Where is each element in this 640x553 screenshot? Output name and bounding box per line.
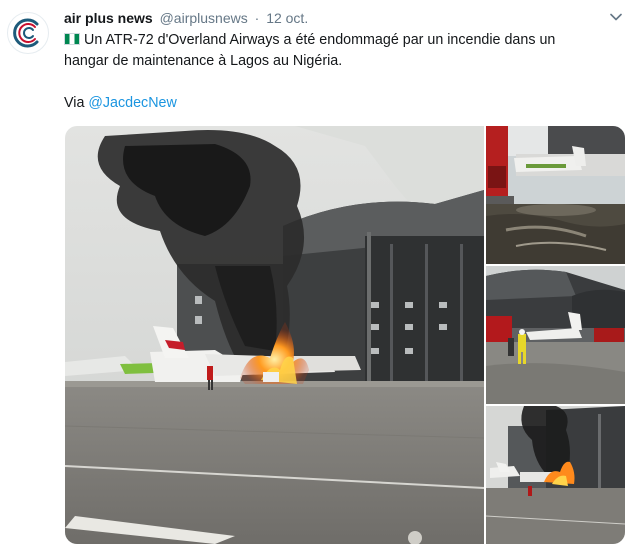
tweet-header: air plus news @airplusnews · 12 oct. bbox=[64, 9, 308, 27]
via-line: Via @JacdecNew bbox=[64, 93, 177, 114]
tweet-text-line-1: Un ATR-72 d'Overland Airways a été endom… bbox=[64, 30, 624, 51]
more-options-button[interactable] bbox=[608, 10, 624, 24]
photo-middle-right[interactable] bbox=[486, 266, 625, 404]
via-prefix: Via bbox=[64, 95, 89, 111]
photo-bottom-right[interactable] bbox=[486, 406, 625, 544]
nigeria-flag-icon bbox=[64, 33, 80, 45]
chevron-down-icon bbox=[610, 13, 622, 21]
hangar-fire-main-image bbox=[65, 126, 484, 544]
tweet-timestamp[interactable]: 12 oct. bbox=[266, 10, 308, 26]
fire-truck-aircraft-image bbox=[486, 126, 625, 264]
tweet-card[interactable]: air plus news @airplusnews · 12 oct. Un … bbox=[0, 0, 640, 553]
hangar-fire-small-image bbox=[486, 406, 625, 544]
tweet-text-line-2: hangar de maintenance à Lagos au Nigéria… bbox=[64, 53, 343, 69]
author-handle[interactable]: @airplusnews bbox=[160, 10, 248, 26]
via-mention-link[interactable]: @JacdecNew bbox=[88, 95, 176, 111]
media-grid bbox=[65, 126, 625, 544]
author-name[interactable]: air plus news bbox=[64, 10, 153, 26]
photo-top-right[interactable] bbox=[486, 126, 625, 264]
tweet-text-line-1-content: Un ATR-72 d'Overland Airways a été endom… bbox=[84, 32, 556, 48]
tweet-text: Un ATR-72 d'Overland Airways a été endom… bbox=[64, 30, 624, 72]
air-plus-news-logo-icon bbox=[13, 18, 39, 48]
separator-dot: · bbox=[254, 10, 260, 26]
photo-main[interactable] bbox=[65, 126, 484, 544]
avatar[interactable] bbox=[7, 12, 49, 54]
firefighter-hangar-image bbox=[486, 266, 625, 404]
